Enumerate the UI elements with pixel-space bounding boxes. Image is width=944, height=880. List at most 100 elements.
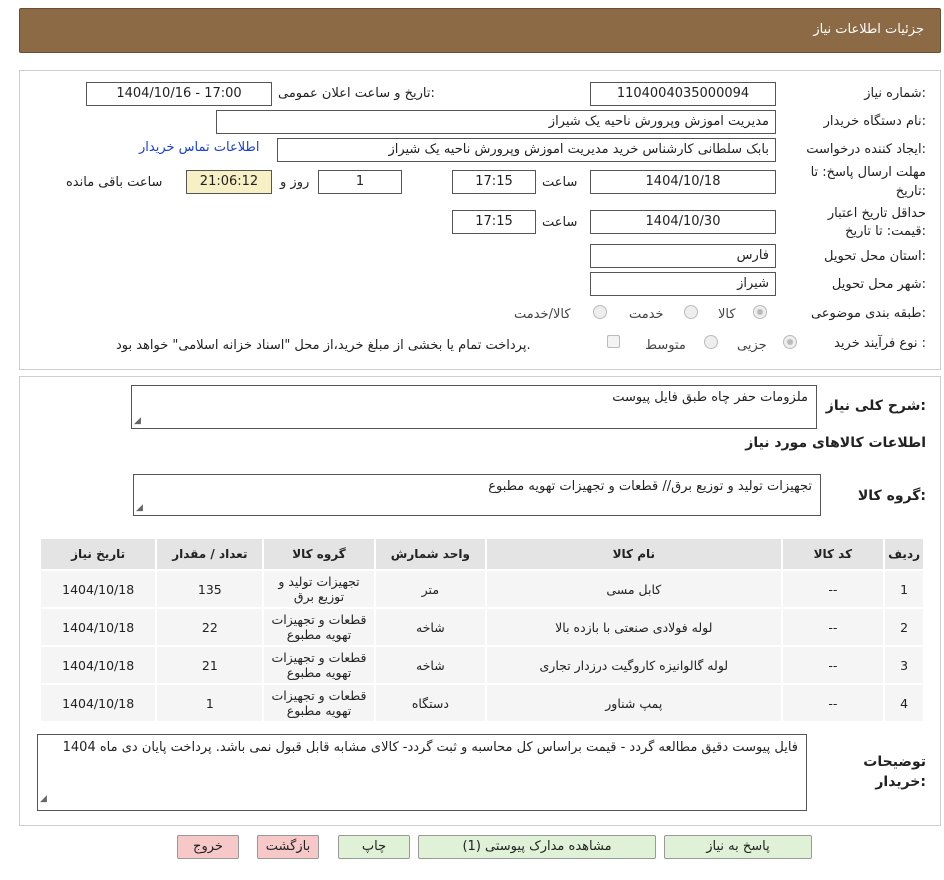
need-number-field: 1104004035000094 (590, 82, 776, 106)
category-radio-goods-service[interactable] (593, 305, 607, 319)
cell-row-number: 1 (883, 569, 925, 609)
cell-unit: متر (373, 569, 488, 609)
payment-note: پرداخت تمام یا بخشی از مبلغ خرید،از محل … (116, 338, 531, 353)
process-option-medium: متوسط (645, 338, 686, 353)
buyer-notes-text: فایل پیوست دقیق مطالعه گردد - قیمت براسا… (62, 740, 798, 755)
province-label: استان محل تحویل: (824, 249, 926, 264)
cell-name: لوله گالوانیزه کاروگیت درزدار تجاری (485, 645, 783, 685)
validity-label: حداقل تاریخ اعتبار (827, 206, 926, 221)
col-header-name: نام کالا (485, 537, 783, 571)
category-radio-service[interactable] (684, 305, 698, 319)
col-header-date: تاریخ نیاز (38, 537, 158, 571)
page-header: جزئیات اطلاعات نیاز (19, 8, 941, 53)
days-field: 1 (318, 170, 402, 194)
category-radio-goods[interactable] (753, 305, 767, 319)
table-row: 2 -- لوله فولادی صنعتی با بازده بالا شاخ… (38, 607, 925, 647)
category-label: طبقه بندی موضوعی: (810, 306, 926, 321)
buyer-notes-textarea: فایل پیوست دقیق مطالعه گردد - قیمت براسا… (37, 734, 807, 811)
city-label: شهر محل تحویل: (831, 277, 926, 292)
buyer-notes-label: توضیحات (863, 754, 926, 770)
category-option-service: خدمت (629, 307, 664, 322)
col-header-quantity: تعداد / مقدار (155, 537, 265, 571)
col-header-code: کد کالا (780, 537, 886, 571)
process-radio-partial[interactable] (783, 335, 797, 349)
validity-time-field: 17:15 (452, 210, 536, 234)
summary-label: شرح کلی نیاز: (825, 398, 926, 414)
cell-date: 1404/10/18 (38, 569, 158, 609)
cell-row-number: 3 (883, 645, 925, 685)
cell-group: قطعات و تجهیزات تهویه مطبوع (262, 645, 376, 685)
table-row: 3 -- لوله گالوانیزه کاروگیت درزدار تجاری… (38, 645, 925, 685)
view-attachments-button[interactable]: مشاهده مدارک پیوستی (1) (418, 835, 656, 859)
cell-code: -- (780, 645, 886, 685)
days-label: روز و (280, 175, 310, 190)
city-field: شیراز (590, 272, 776, 296)
announce-date-label: تاریخ و ساعت اعلان عمومی: (278, 86, 435, 101)
cell-date: 1404/10/18 (38, 683, 158, 723)
cell-name: لوله فولادی صنعتی با بازده بالا (485, 607, 783, 647)
cell-group: قطعات و تجهیزات تهویه مطبوع (262, 607, 376, 647)
treasury-checkbox[interactable] (607, 335, 620, 348)
goods-group-textarea: تجهیزات تولید و توزیع برق// قطعات و تجهی… (133, 474, 821, 516)
goods-group-label: گروه کالا: (857, 488, 926, 504)
deadline-label-date: تاریخ: (895, 184, 926, 199)
print-button[interactable]: چاپ (338, 835, 410, 859)
process-option-partial: جزیی (737, 338, 767, 353)
remaining-time-field: 21:06:12 (186, 170, 272, 194)
deadline-date-field: 1404/10/18 (590, 170, 776, 194)
process-label: نوع فرآیند خرید : (834, 336, 926, 351)
goods-table: ردیف کد کالا نام کالا واحد شمارش گروه کا… (38, 537, 925, 723)
back-button[interactable]: بازگشت (257, 835, 319, 859)
buyer-org-label: نام دستگاه خریدار: (823, 114, 926, 129)
requester-field: بابک سلطانی کارشناس خرید مدیریت اموزش وپ… (277, 138, 776, 162)
exit-button[interactable]: خروج (177, 835, 239, 859)
cell-unit: دستگاه (373, 683, 488, 723)
cell-group: تجهیزات تولید و توزیع برق (262, 569, 376, 609)
resize-handle-icon[interactable]: ◢ (134, 416, 141, 426)
cell-row-number: 4 (883, 683, 925, 723)
reply-button[interactable]: پاسخ به نیاز (664, 835, 812, 859)
cell-code: -- (780, 683, 886, 723)
cell-code: -- (780, 607, 886, 647)
cell-name: پمپ شناور (485, 683, 783, 723)
page-title: جزئیات اطلاعات نیاز (813, 22, 924, 37)
category-option-goods-service: کالا/خدمت (514, 307, 571, 322)
resize-handle-icon[interactable]: ◢ (136, 503, 143, 513)
province-field: فارس (590, 244, 776, 268)
deadline-label: مهلت ارسال پاسخ: تا (810, 165, 926, 180)
goods-group-text: تجهیزات تولید و توزیع برق// قطعات و تجهی… (488, 479, 812, 494)
validity-label-date: قیمت: تا تاریخ: (845, 224, 926, 239)
buyer-contact-link[interactable]: اطلاعات تماس خریدار (139, 140, 259, 155)
deadline-time-field: 17:15 (452, 170, 536, 194)
need-number-label: شماره نیاز: (864, 86, 926, 101)
buyer-org-field: مدیریت اموزش وپرورش ناحیه یک شیراز (216, 110, 776, 134)
summary-textarea: ملزومات حفر چاه طبق فایل پیوست ◢ (131, 385, 817, 429)
cell-quantity: 135 (155, 569, 265, 609)
remaining-time-label: ساعت باقی مانده (66, 175, 163, 190)
resize-handle-icon[interactable]: ◢ (40, 791, 47, 808)
validity-date-field: 1404/10/30 (590, 210, 776, 234)
cell-date: 1404/10/18 (38, 607, 158, 647)
cell-quantity: 21 (155, 645, 265, 685)
col-header-group: گروه کالا (262, 537, 376, 571)
deadline-time-label: ساعت (542, 175, 578, 190)
cell-unit: شاخه (373, 645, 488, 685)
cell-quantity: 22 (155, 607, 265, 647)
category-option-goods: کالا (718, 307, 736, 322)
cell-quantity: 1 (155, 683, 265, 723)
buyer-notes-label-2: خریدار: (875, 774, 926, 790)
cell-code: -- (780, 569, 886, 609)
process-radio-medium[interactable] (704, 335, 718, 349)
table-header-row: ردیف کد کالا نام کالا واحد شمارش گروه کا… (38, 537, 925, 571)
announce-date-field: 1404/10/16 - 17:00 (86, 82, 272, 106)
cell-date: 1404/10/18 (38, 645, 158, 685)
validity-time-label: ساعت (542, 215, 578, 230)
table-row: 1 -- کابل مسی متر تجهیزات تولید و توزیع … (38, 569, 925, 609)
table-row: 4 -- پمپ شناور دستگاه قطعات و تجهیزات ته… (38, 683, 925, 723)
col-header-row-number: ردیف (883, 537, 925, 571)
col-header-unit: واحد شمارش (373, 537, 488, 571)
cell-unit: شاخه (373, 607, 488, 647)
summary-text: ملزومات حفر چاه طبق فایل پیوست (612, 390, 808, 405)
goods-info-title: اطلاعات کالاهای مورد نیاز (745, 435, 926, 451)
requester-label: ایجاد کننده درخواست: (806, 142, 926, 157)
